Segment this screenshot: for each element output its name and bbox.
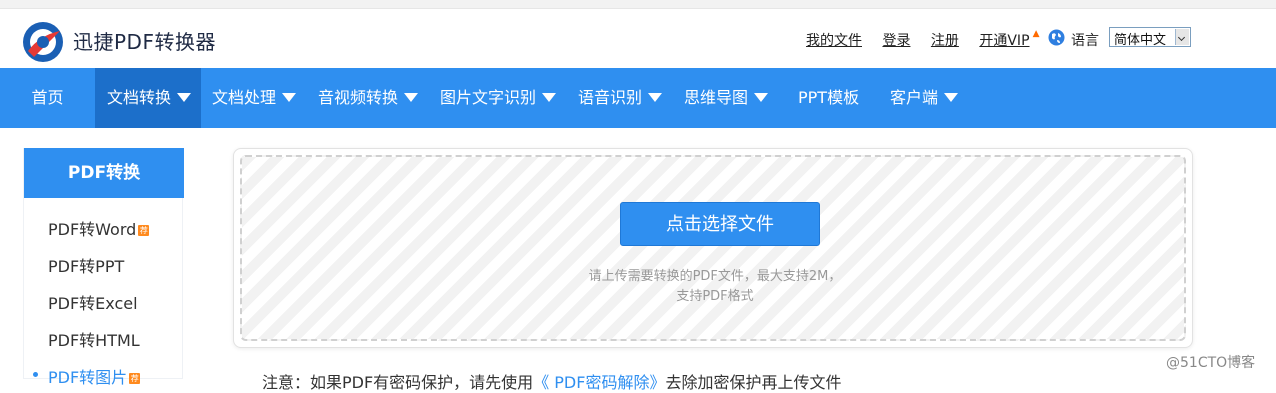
- upload-hint-line2: 支持PDF格式: [676, 289, 754, 304]
- main-nav: 首页 文档转换 文档处理 音视频转换 图片文字识别 语音识别 思维导图 PPT模…: [0, 68, 1276, 128]
- nav-mindmap[interactable]: 思维导图: [684, 68, 769, 128]
- language-value: 简体中文: [1114, 33, 1167, 48]
- language-label: 语言: [1071, 33, 1099, 49]
- chevron-down-icon[interactable]: [1175, 29, 1189, 45]
- globe-icon: [1048, 29, 1065, 46]
- choose-file-button[interactable]: 点击选择文件: [620, 202, 820, 246]
- site-header: 迅捷PDF转换器 我的文件 登录 注册 开通VIP ▲ 语言 简体中文: [0, 9, 1276, 68]
- notice-prefix: 注意：如果PDF有密码保护，请先使用: [262, 373, 534, 392]
- nav-label: 思维导图: [684, 88, 749, 107]
- caret-down-icon: [754, 92, 769, 102]
- sidebar-item-label: PDF转HTML: [48, 331, 140, 350]
- upload-zone[interactable]: 点击选择文件 请上传需要转换的PDF文件，最大支持2M， 支持PDF格式: [233, 148, 1193, 348]
- nav-label: 音视频转换: [318, 88, 399, 107]
- sidebar-item-pdf-image[interactable]: PDF转图片荐: [33, 364, 141, 388]
- caret-down-icon: [282, 92, 297, 102]
- nav-home[interactable]: 首页: [0, 68, 95, 128]
- sidebar-title: PDF转换: [24, 148, 184, 198]
- nav-speech[interactable]: 语音识别: [578, 68, 663, 128]
- dropzone[interactable]: 点击选择文件 请上传需要转换的PDF文件，最大支持2M， 支持PDF格式: [240, 155, 1186, 341]
- brand-name[interactable]: 迅捷PDF转换器: [73, 26, 216, 55]
- sidebar-item-label: PDF转图片: [48, 368, 128, 387]
- top-links: 我的文件 登录 注册 开通VIP ▲: [806, 29, 1046, 50]
- fire-icon: ▲: [1032, 29, 1040, 39]
- caret-down-icon: [648, 92, 663, 102]
- active-dot-icon: [33, 372, 38, 377]
- logo-icon[interactable]: [22, 21, 64, 63]
- sidebar-item-pdf-ppt[interactable]: PDF转PPT: [48, 253, 124, 277]
- caret-down-icon: [177, 92, 192, 102]
- hot-badge-icon: 荐: [138, 225, 150, 236]
- nav-label: PPT模板: [798, 88, 860, 107]
- sidebar-item-label: PDF转PPT: [48, 257, 125, 276]
- top-strip: [0, 0, 1276, 9]
- login-link[interactable]: 登录: [882, 33, 910, 49]
- caret-down-icon: [542, 92, 557, 102]
- my-files-link[interactable]: 我的文件: [806, 33, 862, 49]
- nav-ppt[interactable]: PPT模板: [798, 68, 859, 128]
- sidebar-item-label: PDF转Word: [48, 220, 137, 239]
- caret-down-icon: [404, 92, 419, 102]
- sidebar-item-label: PDF转Excel: [48, 294, 138, 313]
- vip-label: 开通VIP: [979, 33, 1030, 49]
- nav-label: 文档转换: [107, 88, 172, 107]
- vip-link[interactable]: 开通VIP ▲: [979, 29, 1039, 49]
- sidebar: PDF转换 PDF转Word 荐 PDF转PPT PDF转Excel PDF转HT…: [23, 148, 184, 387]
- nav-doc-convert[interactable]: 文档转换: [95, 68, 201, 128]
- caret-down-icon: [944, 92, 959, 102]
- nav-doc-process[interactable]: 文档处理: [212, 68, 297, 128]
- nav-label: 首页: [31, 88, 64, 107]
- notice-suffix: 去除加密保护再上传文件: [665, 373, 842, 392]
- nav-ocr[interactable]: 图片文字识别: [440, 68, 557, 128]
- upload-hint-line1: 请上传需要转换的PDF文件，最大支持2M，: [588, 269, 842, 284]
- sidebar-item-pdf-excel[interactable]: PDF转Excel: [48, 290, 138, 314]
- notice-text: 注意：如果PDF有密码保护，请先使用《 PDF密码解除》去除加密保护再上传文件: [262, 369, 841, 393]
- nav-label: 客户端: [890, 88, 939, 107]
- pdf-unlock-link[interactable]: 《 PDF密码解除》: [533, 373, 665, 392]
- nav-label: 文档处理: [212, 88, 277, 107]
- nav-media-convert[interactable]: 音视频转换: [318, 68, 419, 128]
- watermark: @51CTO博客: [1166, 355, 1256, 371]
- nav-label: 图片文字识别: [440, 88, 537, 107]
- language-select[interactable]: 简体中文: [1109, 27, 1191, 48]
- register-link[interactable]: 注册: [931, 33, 959, 49]
- nav-client[interactable]: 客户端: [890, 68, 959, 128]
- nav-label: 语音识别: [578, 88, 643, 107]
- sidebar-item-pdf-html[interactable]: PDF转HTML: [48, 327, 140, 351]
- sidebar-item-pdf-word[interactable]: PDF转Word 荐: [48, 216, 150, 240]
